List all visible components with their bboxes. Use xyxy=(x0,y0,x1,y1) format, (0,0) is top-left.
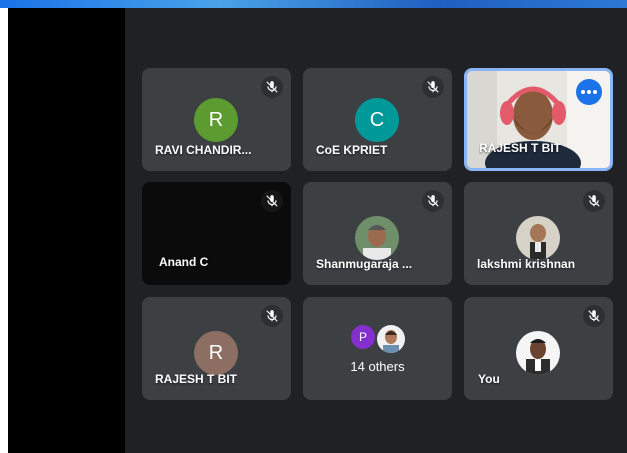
participant-tile[interactable]: R RAJESH T BIT xyxy=(142,297,291,400)
avatar xyxy=(377,325,405,353)
left-edge-strip xyxy=(0,8,8,453)
mic-off-icon xyxy=(422,190,444,212)
participant-name: Anand C xyxy=(159,255,209,269)
mic-off-icon xyxy=(261,305,283,327)
mic-off-icon xyxy=(422,76,444,98)
participant-grid: R RAVI CHANDIR... C CoE KPRIET RAJESH T … xyxy=(125,8,627,453)
mic-off-icon xyxy=(583,305,605,327)
avatar: R xyxy=(194,331,238,375)
participant-tile[interactable]: R RAVI CHANDIR... xyxy=(142,68,291,171)
participant-tile-active-video[interactable]: RAJESH T BIT xyxy=(464,68,613,171)
participant-name: Shanmugaraja ... xyxy=(316,257,413,271)
avatar xyxy=(516,216,560,260)
avatar xyxy=(516,331,560,375)
avatar: R xyxy=(194,98,238,142)
avatar: C xyxy=(355,98,399,142)
participant-name: You xyxy=(478,372,500,386)
participant-tile[interactable]: Shanmugaraja ... xyxy=(303,182,452,285)
avatar: P xyxy=(351,325,375,349)
participant-name: CoE KPRIET xyxy=(316,143,388,157)
screen-share-panel xyxy=(8,8,125,453)
participant-tile[interactable]: C CoE KPRIET xyxy=(303,68,452,171)
mic-off-icon xyxy=(583,190,605,212)
mic-off-icon xyxy=(261,190,283,212)
mic-off-icon xyxy=(261,76,283,98)
participant-name: RAJESH T BIT xyxy=(155,372,238,386)
window-top-band xyxy=(0,0,627,8)
participant-name: RAJESH T BIT xyxy=(479,141,562,155)
others-count: 14 others xyxy=(350,359,405,374)
participant-tile[interactable]: lakshmi krishnan xyxy=(464,182,613,285)
participant-name: lakshmi krishnan xyxy=(477,257,576,271)
participant-tile-self[interactable]: You xyxy=(464,297,613,400)
more-options-icon[interactable] xyxy=(576,79,602,105)
participant-name: RAVI CHANDIR... xyxy=(155,143,252,157)
others-tile[interactable]: P 14 others xyxy=(303,297,452,400)
participant-tile[interactable]: Anand C xyxy=(142,182,291,285)
avatar xyxy=(355,216,399,260)
